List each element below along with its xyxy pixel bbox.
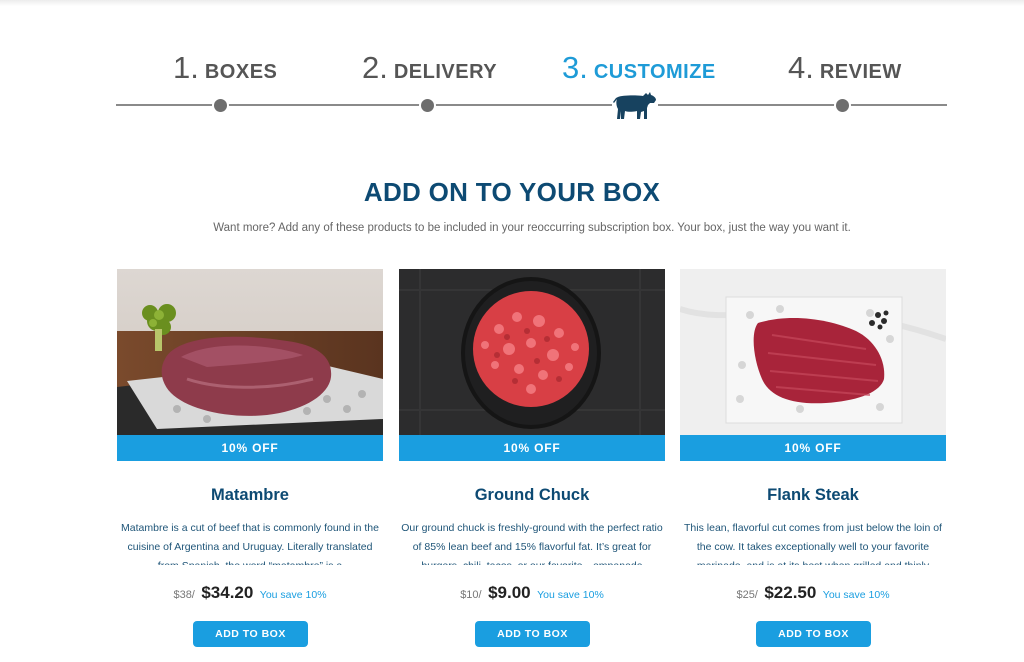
savings-text: You save 10% (259, 589, 327, 601)
checkout-stepper: 1. BOXES 2. DELIVERY 3. CUSTOMIZE 4. REV… (0, 0, 1024, 130)
step-dot-delivery[interactable] (419, 97, 436, 114)
step-label: DELIVERY (393, 61, 498, 83)
product-description: Our ground chuck is freshly-ground with … (401, 522, 663, 565)
product-card-ground-chuck: 10% OFF Ground Chuck Our ground chuck is… (399, 269, 665, 662)
savings-text: You save 10% (822, 589, 890, 601)
discount-badge: 10% OFF (117, 435, 383, 461)
price-row: $25/ $22.50 You save 10% (680, 583, 946, 603)
product-description: Matambre is a cut of beef that is common… (121, 522, 379, 565)
step-number: 1. (173, 50, 199, 85)
sale-price: $9.00 (488, 583, 531, 602)
stepper-track (116, 104, 947, 106)
price-row: $10/ $9.00 You save 10% (399, 583, 665, 603)
product-name[interactable]: Matambre (117, 486, 383, 505)
product-image-flank-steak[interactable] (680, 269, 946, 435)
add-to-box-button[interactable]: ADD TO BOX (756, 621, 871, 647)
savings-text: You save 10% (537, 589, 604, 601)
product-name[interactable]: Flank Steak (680, 486, 946, 505)
product-description: This lean, flavorful cut comes from just… (684, 522, 942, 565)
step-number: 4. (788, 50, 814, 85)
step-customize[interactable]: 3. CUSTOMIZE (562, 50, 716, 85)
product-card-flank-steak: 10% OFF Flank Steak This lean, flavorful… (680, 269, 946, 662)
step-label: CUSTOMIZE (593, 61, 716, 83)
step-dot-review[interactable] (834, 97, 851, 114)
cow-icon (612, 88, 658, 122)
step-dot-boxes[interactable] (212, 97, 229, 114)
sale-price: $22.50 (764, 583, 817, 602)
discount-badge: 10% OFF (399, 435, 665, 461)
step-boxes[interactable]: 1. BOXES (173, 50, 278, 85)
step-number: 2. (362, 50, 388, 85)
original-price: $10/ (460, 589, 482, 601)
original-price: $25/ (736, 589, 758, 601)
product-image-ground-chuck[interactable] (399, 269, 665, 435)
product-name[interactable]: Ground Chuck (399, 486, 665, 505)
section-title: ADD ON TO YOUR BOX (363, 177, 661, 207)
step-label: REVIEW (819, 61, 902, 83)
step-label: BOXES (204, 61, 278, 83)
product-card-matambre: 10% OFF Matambre Matambre is a cut of be… (117, 269, 383, 662)
discount-badge: 10% OFF (680, 435, 946, 461)
original-price: $38/ (173, 589, 195, 601)
price-row: $38/ $34.20 You save 10% (117, 583, 383, 603)
add-to-box-button[interactable]: ADD TO BOX (193, 621, 308, 647)
section-subtitle: Want more? Add any of these products to … (213, 222, 851, 234)
step-number: 3. (562, 50, 588, 85)
product-image-matambre[interactable] (117, 269, 383, 435)
add-to-box-button[interactable]: ADD TO BOX (475, 621, 590, 647)
step-delivery[interactable]: 2. DELIVERY (362, 50, 498, 85)
sale-price: $34.20 (201, 583, 254, 602)
step-review[interactable]: 4. REVIEW (788, 50, 902, 85)
